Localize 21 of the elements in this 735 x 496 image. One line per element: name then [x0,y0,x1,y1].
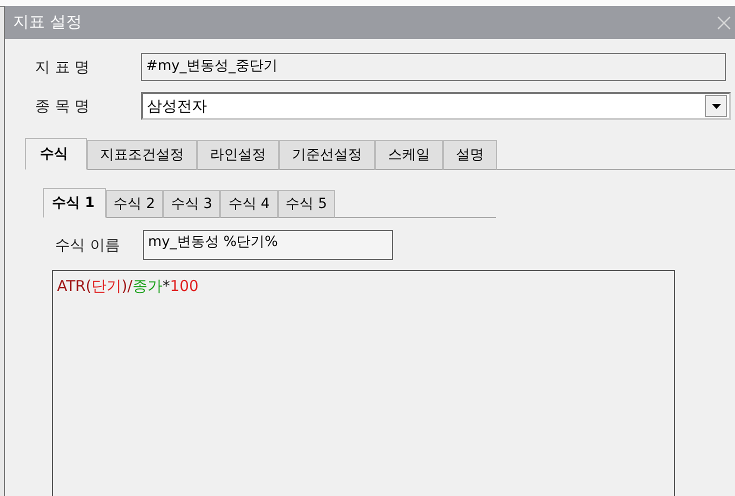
formula-tab[interactable]: 수식 3 [162,190,220,218]
tab[interactable]: 수식 [25,138,87,170]
formula-tab[interactable]: 수식 4 [220,190,278,218]
formula-name-field[interactable]: my_변동성 %단기% [143,230,393,260]
tab[interactable]: 기준선설정 [279,140,375,170]
formula-tab[interactable]: 수식 1 [43,188,106,218]
formula-editor[interactable]: ATR(단기)/종가*100 [52,270,675,496]
formula-name-label: 수식 이름 [54,236,121,254]
caret-icon [712,104,720,108]
tab[interactable]: 지표조건설정 [87,140,197,170]
field-label: 지 표 명 [34,58,91,76]
dropdown-button[interactable] [705,95,727,117]
formula-tab[interactable]: 수식 5 [278,190,336,218]
tab[interactable]: 설명 [443,140,497,170]
indicator-name-field[interactable]: #my_변동성_중단기 [141,53,726,81]
tab[interactable]: 라인설정 [197,140,279,170]
window-title: 지표 설정 [13,12,82,33]
formula-tab[interactable]: 수식 2 [106,190,163,218]
field-label: 종 목 명 [34,96,91,116]
tab[interactable]: 스케일 [375,140,443,170]
stock-name-dropdown[interactable]: 삼성전자 [141,92,731,120]
